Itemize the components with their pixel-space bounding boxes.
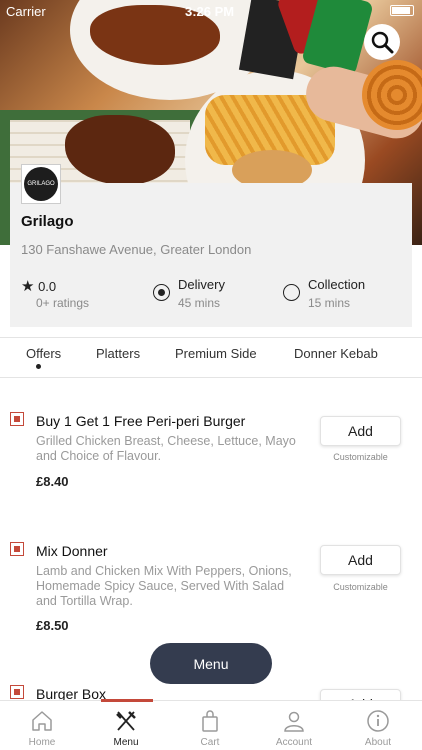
restaurant-info-card: GRILAGO Grilago 130 Fanshawe Avenue, Gre… [10, 164, 412, 327]
item-description: Grilled Chicken Breast, Cheese, Lettuce,… [36, 434, 296, 463]
category-tabs: Offers Platters Premium Side Donner Keba… [0, 337, 422, 378]
customizable-label: Customizable [333, 582, 388, 592]
delivery-label[interactable]: Delivery [178, 277, 225, 292]
status-bar: Carrier 3:26 PM [0, 0, 422, 22]
nav-label: Menu [113, 737, 139, 748]
nav-menu[interactable]: Menu [84, 701, 168, 750]
collection-label[interactable]: Collection [308, 277, 365, 292]
fork-knife-icon [116, 711, 136, 731]
item-price: £8.50 [36, 618, 69, 633]
delivery-time: 45 mins [178, 296, 221, 310]
battery-icon [390, 5, 414, 16]
item-title: Mix Donner [36, 543, 108, 559]
person-icon [284, 711, 304, 732]
nav-label: Home [28, 737, 56, 748]
restaurant-address: 130 Fanshawe Avenue, Greater London [21, 242, 252, 257]
carrier-label: Carrier [6, 4, 46, 19]
rating: ★ 0.0 [21, 277, 56, 295]
add-button[interactable]: Add [320, 545, 401, 575]
delivery-radio[interactable] [153, 284, 170, 301]
nav-home[interactable]: Home [0, 701, 84, 750]
item-description: Lamb and Chicken Mix With Peppers, Onion… [36, 564, 292, 608]
restaurant-logo: GRILAGO [21, 164, 61, 204]
item-title: Burger Box [36, 686, 107, 700]
nav-label: Account [275, 737, 313, 748]
active-tab-indicator [36, 364, 41, 369]
nav-about[interactable]: About [336, 701, 420, 750]
restaurant-name: Grilago [21, 213, 74, 230]
tab-platters[interactable]: Platters [96, 346, 140, 361]
nav-label: Cart [200, 737, 220, 748]
rating-value: 0.0 [38, 279, 57, 294]
collection-time: 15 mins [308, 296, 351, 310]
home-icon [32, 711, 52, 731]
bag-icon [202, 710, 218, 732]
tab-premium-side[interactable]: Premium Side [175, 346, 257, 361]
search-icon [371, 31, 394, 54]
bottom-nav: Home Menu Cart Account About [0, 700, 422, 750]
info-icon [367, 710, 389, 732]
collection-radio[interactable] [283, 284, 300, 301]
tab-donner-kebab[interactable]: Donner Kebab [294, 346, 378, 361]
nav-label: About [364, 737, 392, 748]
active-nav-indicator [101, 699, 153, 702]
rating-count: 0+ ratings [36, 296, 90, 310]
search-button[interactable] [364, 24, 400, 60]
nav-account[interactable]: Account [252, 701, 336, 750]
clock: 3:26 PM [185, 4, 235, 19]
non-veg-icon [10, 412, 24, 426]
non-veg-icon [10, 542, 24, 556]
menu-button[interactable]: Menu [150, 643, 272, 684]
star-icon: ★ [21, 278, 35, 295]
item-price: £8.40 [36, 474, 69, 489]
non-veg-icon [10, 685, 24, 699]
add-button[interactable]: Add [320, 416, 401, 446]
tab-offers[interactable]: Offers [26, 346, 61, 361]
customizable-label: Customizable [333, 452, 388, 462]
add-button[interactable]: Add [320, 689, 401, 700]
menu-item: Burger Box Add [0, 683, 422, 700]
nav-cart[interactable]: Cart [168, 701, 252, 750]
item-title: Buy 1 Get 1 Free Peri-peri Burger [36, 413, 246, 429]
